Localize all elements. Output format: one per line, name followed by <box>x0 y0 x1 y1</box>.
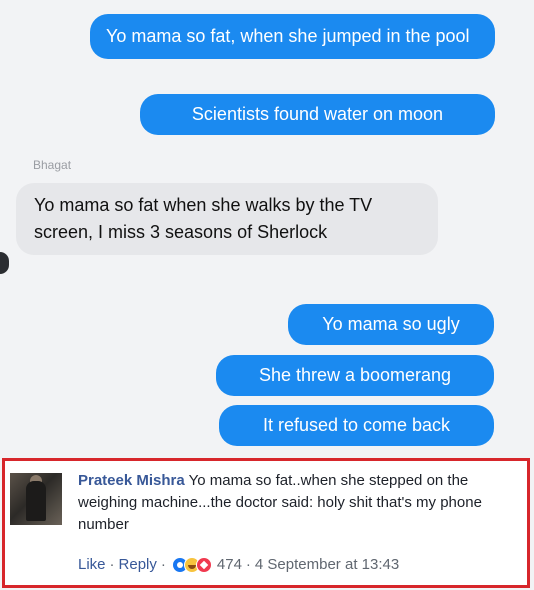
outgoing-message-1: Yo mama so fat, when she jumped in the p… <box>90 14 495 59</box>
reactions-summary[interactable] <box>171 556 212 573</box>
like-link[interactable]: Like <box>78 556 106 573</box>
highlighted-comment: Prateek Mishra Yo mama so fat..when she … <box>2 458 530 588</box>
sender-avatar <box>0 252 9 274</box>
reply-link[interactable]: Reply <box>119 556 157 573</box>
incoming-message: Yo mama so fat when she walks by the TV … <box>16 183 438 255</box>
comment-meta: Like · Reply · 474 · 4 September at 13:4… <box>78 556 399 573</box>
separator-dot: · <box>160 556 166 573</box>
sender-name: Bhagat <box>33 158 72 172</box>
outgoing-message-5: It refused to come back <box>219 405 494 446</box>
separator-dot: · <box>245 556 251 573</box>
comment-body: Prateek Mishra Yo mama so fat..when she … <box>78 470 526 536</box>
outgoing-message-2: Scientists found water on moon <box>140 94 495 135</box>
outgoing-message-4: She threw a boomerang <box>216 355 494 396</box>
comment-author[interactable]: Prateek Mishra <box>78 472 185 489</box>
reaction-count[interactable]: 474 <box>217 556 242 573</box>
comment-timestamp[interactable]: 4 September at 13:43 <box>255 556 399 573</box>
outgoing-message-3: Yo mama so ugly <box>288 304 494 345</box>
love-icon <box>195 556 212 573</box>
commenter-avatar[interactable] <box>10 473 62 525</box>
separator-dot: · <box>109 556 115 573</box>
